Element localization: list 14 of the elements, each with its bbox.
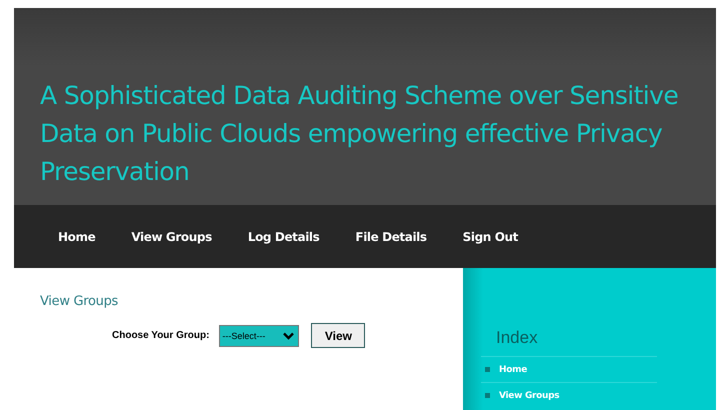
- nav-link[interactable]: Sign Out: [462, 230, 518, 244]
- chevron-down-icon: [283, 332, 294, 340]
- sidebar-heading: Index: [496, 328, 539, 348]
- nav-link[interactable]: Log Details: [248, 230, 320, 244]
- nav-link[interactable]: Home: [58, 230, 96, 244]
- view-button[interactable]: View: [311, 323, 366, 348]
- bullet-icon: [485, 393, 490, 398]
- bullet-icon: [485, 367, 490, 372]
- nav-link[interactable]: File Details: [355, 230, 427, 244]
- group-select[interactable]: ---Select---: [219, 324, 300, 346]
- field-label: Choose Your Group:: [112, 330, 210, 341]
- site-title: A Sophisticated Data Auditing Scheme over Sensitive Data on Public Clouds empowering effective Privacy Preservation: [40, 80, 680, 188]
- page-heading: View Groups: [40, 294, 120, 309]
- nav-link[interactable]: View Groups: [131, 230, 212, 244]
